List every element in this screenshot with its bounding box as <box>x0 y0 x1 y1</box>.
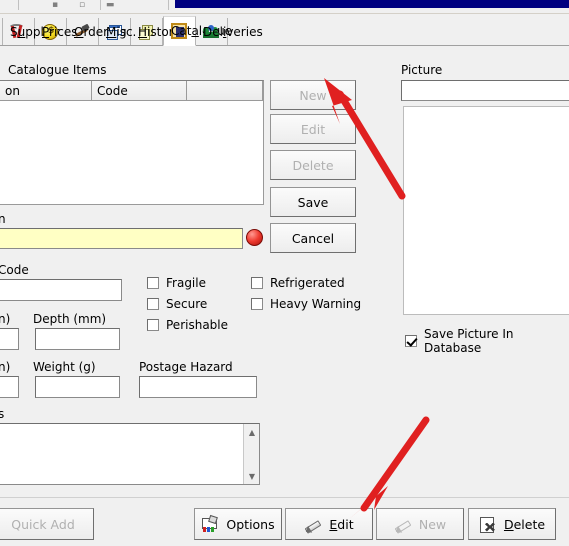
depth-label: Depth (mm) <box>33 312 107 326</box>
height-input[interactable] <box>0 376 19 398</box>
bottom-new-label: New <box>418 516 447 532</box>
picture-path-input[interactable] <box>401 80 569 101</box>
height-label: n) <box>0 360 11 374</box>
delete-button[interactable]: Delete <box>270 150 356 180</box>
grid-col-extra[interactable] <box>187 81 263 100</box>
perishable-checkbox[interactable]: Perishable <box>147 318 228 332</box>
bottom-delete-button[interactable]: Delete <box>468 508 556 540</box>
pencil-icon <box>394 516 411 533</box>
grid-body-empty[interactable] <box>0 101 263 205</box>
bottom-delete-label: Delete <box>503 516 546 532</box>
description-label: n <box>0 212 6 226</box>
checkbox-box <box>251 277 263 289</box>
fragile-checkbox[interactable]: Fragile <box>147 276 206 290</box>
secure-label: Secure <box>166 297 208 311</box>
toolbar-partial-icons: ▪ ▫ ▬ <box>52 0 124 10</box>
scroll-up-icon[interactable]: ▲ <box>244 424 260 440</box>
picture-preview-canvas[interactable] <box>403 106 569 315</box>
options-label: Options <box>226 516 275 532</box>
width-label: n) <box>0 312 11 326</box>
options-icon <box>201 514 219 533</box>
code-label: Code <box>0 263 29 277</box>
tab-misc-label: Misc. <box>106 24 137 39</box>
picture-group-label: Picture <box>401 63 443 77</box>
checkbox-box <box>147 319 159 331</box>
refrigerated-checkbox[interactable]: Refrigerated <box>251 276 345 290</box>
quick-add-label: Quick Add <box>11 516 75 532</box>
top-toolbar-strip: ▪ ▫ ▬ <box>0 0 569 14</box>
bottom-toolbar: Quick Add Options Edit New Delete <box>0 497 569 546</box>
weight-input[interactable] <box>35 376 120 398</box>
tab-bar: Supplier $ Prices Ordering Misc. History… <box>0 14 569 46</box>
new-button[interactable]: New <box>270 80 356 110</box>
depth-input[interactable] <box>35 328 120 350</box>
cancel-button[interactable]: Cancel <box>270 223 356 253</box>
postage-hazard-label: Postage Hazard <box>139 360 233 374</box>
fragile-label: Fragile <box>166 276 206 290</box>
grid-col-code[interactable]: Code <box>92 81 187 100</box>
tab-prices-label: Prices <box>42 24 78 39</box>
bottom-new-button[interactable]: New <box>376 508 464 540</box>
bottom-edit-label: Edit <box>329 516 354 532</box>
grid-header-row: on Code <box>0 81 263 101</box>
notes-scrollbar[interactable]: ▲ ▼ <box>243 424 259 484</box>
bottom-edit-button[interactable]: Edit <box>285 508 373 540</box>
tab-supplier[interactable]: Supplier <box>2 18 59 45</box>
width-input[interactable] <box>0 328 19 350</box>
checkbox-box <box>147 298 159 310</box>
quick-add-button[interactable]: Quick Add <box>0 508 94 540</box>
perishable-label: Perishable <box>166 318 229 332</box>
checkbox-box <box>405 335 417 347</box>
checkbox-box <box>147 277 159 289</box>
scroll-down-icon[interactable]: ▼ <box>244 468 260 484</box>
trash-icon <box>479 516 496 533</box>
refrigerated-label: Refrigerated <box>270 276 345 290</box>
required-indicator-icon <box>246 229 263 246</box>
heavy-warning-label: Heavy Warning <box>270 297 362 311</box>
postage-hazard-input[interactable] <box>139 376 257 398</box>
catalogue-window: ▪ ▫ ▬ Supplier $ Prices Ordering Misc. H… <box>0 0 569 546</box>
options-button[interactable]: Options <box>194 508 282 540</box>
save-picture-in-database-label: Save Picture In Database <box>424 327 514 355</box>
navy-title-strip <box>175 0 569 8</box>
notes-textarea[interactable]: ▲ ▼ <box>0 423 260 485</box>
description-input[interactable] <box>0 228 243 249</box>
grid-col-description[interactable]: on <box>0 81 92 100</box>
checkbox-box <box>251 298 263 310</box>
code-input[interactable] <box>0 279 122 301</box>
weight-label: Weight (g) <box>33 360 96 374</box>
notes-label: s <box>0 407 5 421</box>
tab-deliveries-label: Deliveries <box>203 24 263 39</box>
pencil-icon <box>304 516 321 533</box>
catalogue-items-group-label: Catalogue Items <box>8 63 107 77</box>
save-picture-in-database-checkbox[interactable]: Save Picture In Database <box>405 327 569 355</box>
catalogue-items-grid[interactable]: on Code <box>0 80 264 205</box>
heavy-warning-checkbox[interactable]: Heavy Warning <box>251 297 361 311</box>
secure-checkbox[interactable]: Secure <box>147 297 207 311</box>
save-button[interactable]: Save <box>270 187 356 217</box>
edit-button[interactable]: Edit <box>270 114 356 144</box>
